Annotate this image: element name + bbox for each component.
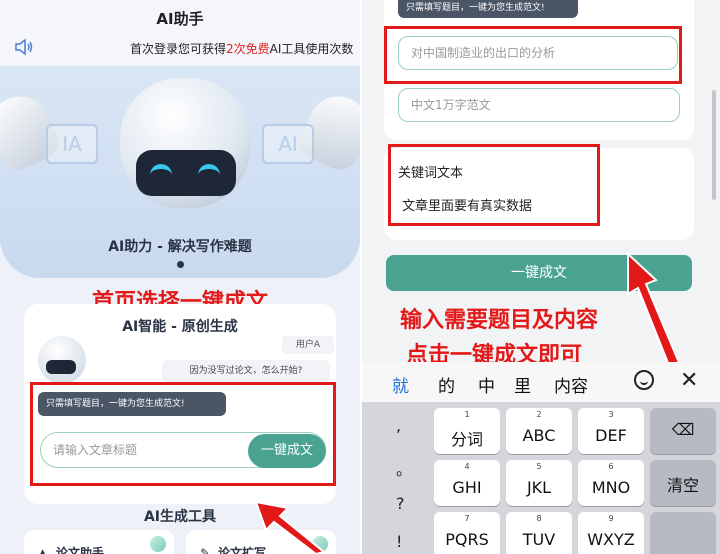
tip-bubble: 只需填写题目，一键为您生成范文! — [398, 0, 578, 18]
banner-tag-left: IA — [46, 124, 98, 164]
keyboard-key-blank[interactable] — [650, 512, 716, 554]
annotation-instruction-1: 输入需要题目及内容 — [400, 308, 599, 333]
close-icon[interactable]: ✕ — [680, 370, 698, 392]
candidate-word[interactable]: 里 — [514, 372, 531, 397]
scrollbar[interactable] — [712, 90, 716, 200]
compose-screen: 只需填写题目，一键为您生成范文! 对中国制造业的出口的分析 中文1万字范文 关键… — [362, 0, 720, 554]
punctuation-key[interactable]: 。 — [396, 456, 412, 480]
keyboard-key[interactable]: 7 PQRS — [434, 512, 500, 554]
clear-key[interactable]: 清空 — [650, 460, 716, 506]
screenshot-root: AI助手 首次登录您可获得2次免费AI工具使用次数 IA AI AI助力 - 解… — [0, 0, 720, 554]
tool-decoration-ball — [150, 536, 166, 552]
keyboard-key[interactable]: 2 ABC — [506, 408, 572, 454]
keyword-textarea[interactable]: 文章里面要有真实数据 — [402, 195, 532, 214]
tip-bubble: 只需填写题目，一键为您生成范文! — [38, 392, 226, 416]
pinyin-keyboard: 就 的 中 里 内容 ✕ , 。 ? ! 1 分词 2 ABC 3 DEF ⌫ 4 GH… — [362, 362, 720, 554]
keyboard-key[interactable]: 1 分词 — [434, 408, 500, 454]
punctuation-key[interactable]: , — [396, 416, 401, 435]
pen-icon: ✎ — [200, 546, 211, 554]
punctuation-key[interactable]: ! — [396, 532, 402, 551]
keyboard-key[interactable]: 6 MNO — [578, 460, 644, 506]
speaker-icon[interactable] — [14, 38, 34, 56]
tool-label-paper-assistant: 论文助手 — [56, 546, 105, 554]
app-title: AI助手 — [156, 10, 204, 28]
candidate-word[interactable]: 的 — [438, 372, 455, 397]
one-click-generate-button[interactable]: 一键成文 — [248, 434, 326, 468]
topic-input[interactable]: 对中国制造业的出口的分析 — [398, 36, 678, 70]
candidate-bar — [362, 362, 720, 402]
keyword-label: 关键词文本 — [398, 166, 464, 181]
mini-robot-face — [46, 360, 76, 374]
keyboard-key[interactable]: 9 WXYZ — [578, 512, 644, 554]
free-usage-notice: 首次登录您可获得2次免费AI工具使用次数 — [130, 42, 354, 56]
keyboard-key[interactable]: 5 JKL — [506, 460, 572, 506]
banner-caption: AI助力 - 解决写作难题 — [108, 239, 252, 255]
requirement-input[interactable]: 中文1万字范文 — [398, 88, 680, 122]
punctuation-column: , 。 ? ! — [378, 410, 428, 554]
banner-tag-right: AI — [262, 124, 314, 164]
carousel-indicator[interactable] — [177, 261, 184, 268]
annotation-arrow-left — [254, 500, 327, 554]
backspace-icon: ⌫ — [671, 420, 695, 439]
question-bubble: 因为没写过论文，怎么开始? — [162, 360, 330, 382]
candidate-word[interactable]: 内容 — [554, 372, 588, 397]
emoji-icon[interactable] — [634, 370, 654, 390]
punctuation-key[interactable]: ? — [396, 494, 405, 513]
keyboard-key[interactable]: 8 TUV — [506, 512, 572, 554]
candidate-word[interactable]: 中 — [478, 372, 495, 397]
user-tag: 用户A — [282, 336, 334, 354]
graduation-cap-icon: ▲ — [38, 546, 48, 554]
hero-banner[interactable]: IA AI AI助力 - 解决写作难题 — [0, 66, 360, 278]
keyboard-key[interactable]: 4 GHI — [434, 460, 500, 506]
candidate-word[interactable]: 就 — [392, 372, 409, 397]
card-title: AI智能 - 原创生成 — [122, 319, 238, 335]
home-screen: AI助手 首次登录您可获得2次免费AI工具使用次数 IA AI AI助力 - 解… — [0, 0, 360, 554]
keyboard-key[interactable]: 3 DEF — [578, 408, 644, 454]
backspace-key[interactable]: ⌫ — [650, 408, 716, 454]
